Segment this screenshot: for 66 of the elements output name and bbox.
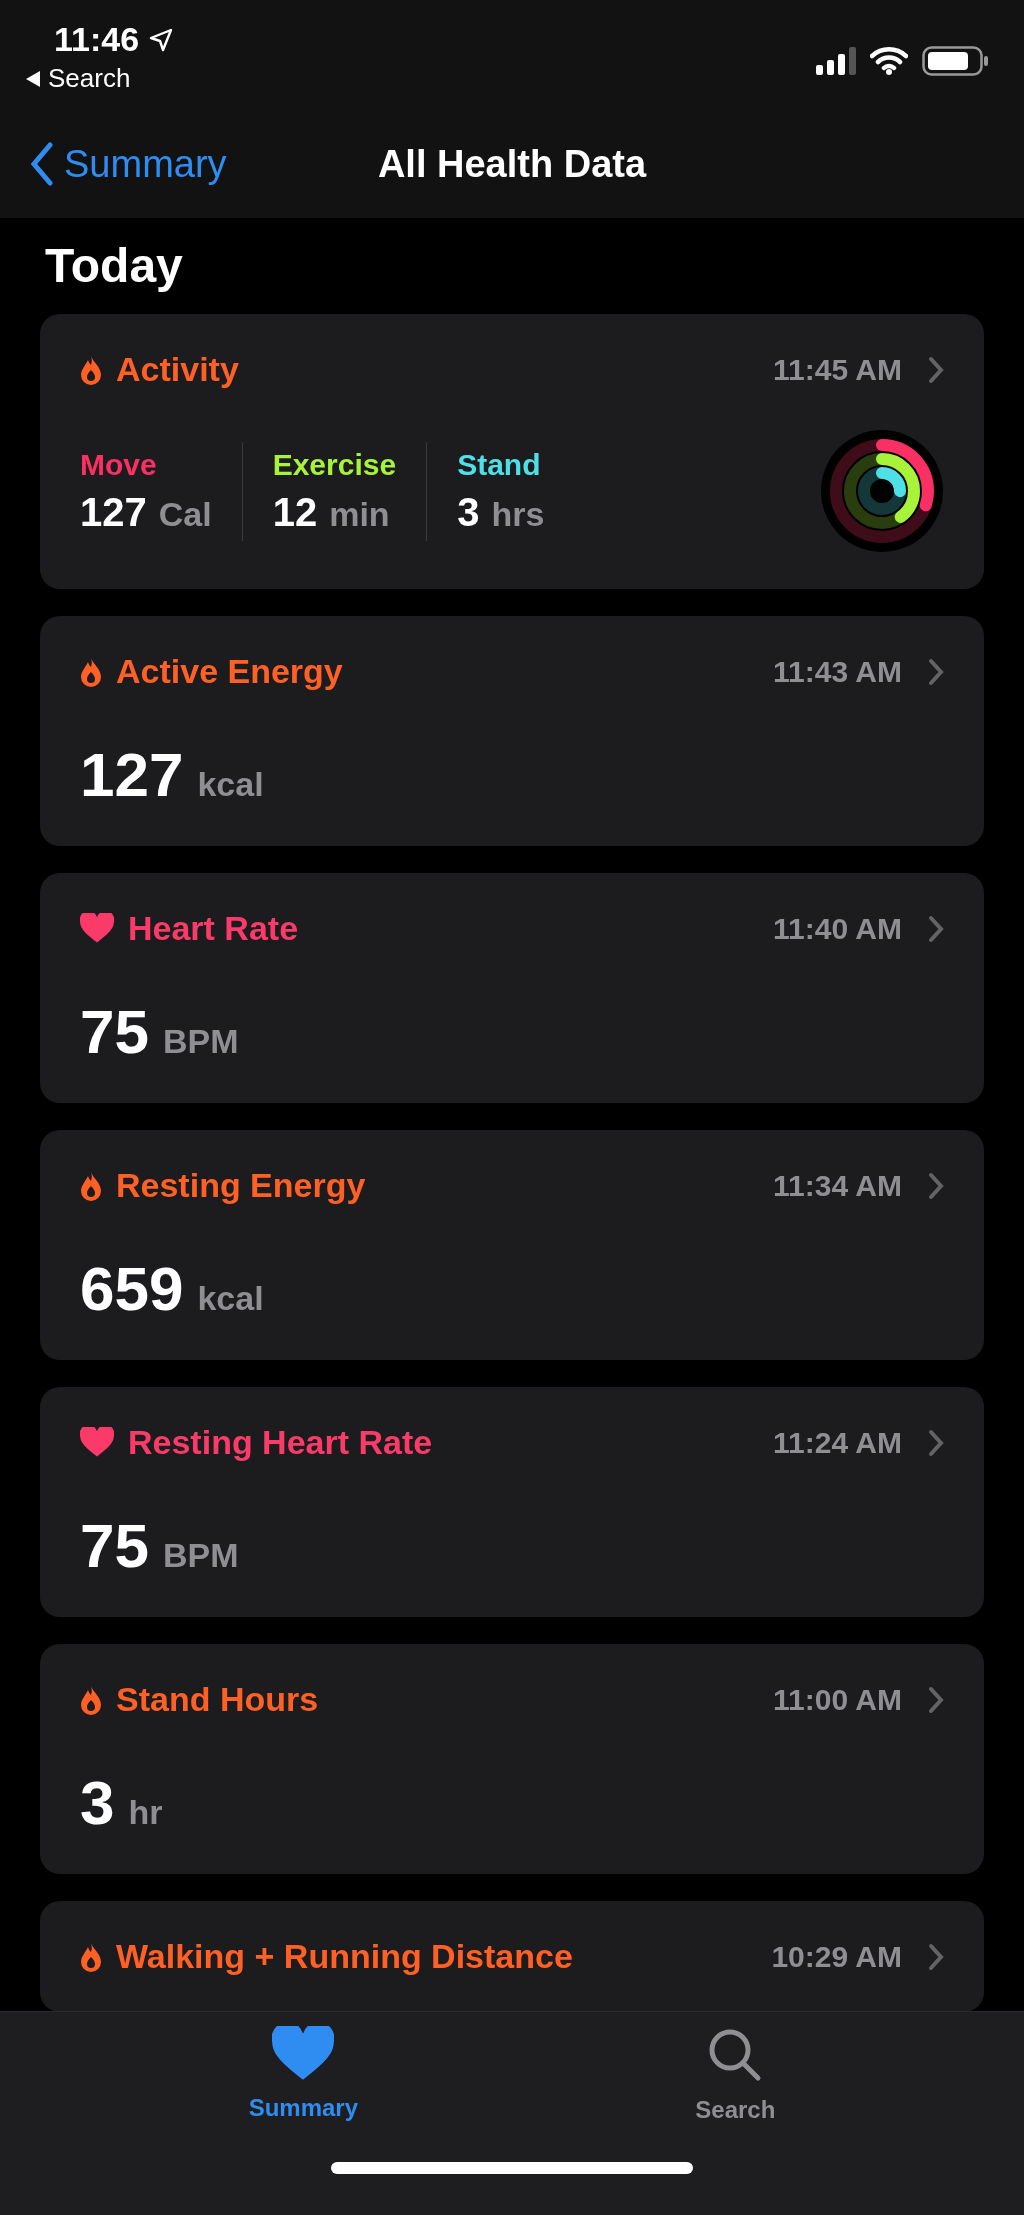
- tab[interactable]: Search: [695, 2026, 776, 2124]
- timestamp: 11:24 AM: [773, 1425, 902, 1460]
- card-title: Active Energy: [116, 652, 343, 691]
- chevron-icon: [928, 914, 944, 943]
- activity-rings-icon: [820, 429, 944, 553]
- stat-label: Move: [80, 447, 158, 482]
- metric-unit: kcal: [197, 765, 264, 804]
- chevron-icon: [928, 1942, 944, 1971]
- card-title: Resting Energy: [116, 1166, 366, 1205]
- card-title: Walking + Running Distance: [116, 1937, 573, 1976]
- metric-unit: BPM: [162, 1022, 239, 1061]
- metric-card[interactable]: Active Energy 11:43 AM 127 kcal: [40, 616, 984, 846]
- stat-label: Exercise: [272, 447, 397, 482]
- flame-icon: [80, 1684, 102, 1715]
- metric-value: 75: [80, 1510, 149, 1581]
- chevron-icon: [928, 657, 944, 686]
- back-chevron-icon: [30, 142, 54, 186]
- flame-icon: [80, 1941, 102, 1972]
- chevron-icon: [928, 1685, 944, 1714]
- metric-card[interactable]: Heart Rate 11:40 AM 75 BPM: [40, 873, 984, 1103]
- metric-unit: BPM: [162, 1536, 239, 1575]
- timestamp: 11:43 AM: [773, 654, 902, 689]
- metric-unit: hr: [128, 1793, 163, 1832]
- card-title: Resting Heart Rate: [128, 1423, 433, 1462]
- metric-card[interactable]: Walking + Running Distance 10:29 AM: [40, 1901, 984, 2011]
- stat-value: 127 Cal: [80, 489, 212, 535]
- flame-icon: [80, 354, 102, 385]
- stat-label: Stand: [457, 447, 542, 482]
- heart-icon: [80, 913, 114, 944]
- flame-icon: [80, 656, 102, 687]
- battery-icon: [922, 46, 988, 76]
- chevron-icon: [928, 355, 944, 384]
- card-title: Activity: [116, 350, 239, 389]
- tab[interactable]: Summary: [248, 2026, 358, 2124]
- clock: 11:46: [53, 20, 140, 59]
- location-arrow-icon: [149, 27, 174, 52]
- section-heading: Today: [45, 238, 184, 293]
- timestamp: 11:00 AM: [773, 1682, 902, 1717]
- back-triangle-icon: [26, 70, 40, 87]
- metric-card[interactable]: Stand Hours 11:00 AM 3 hr: [40, 1644, 984, 1874]
- card-title: Heart Rate: [128, 909, 299, 948]
- chevron-icon: [928, 1428, 944, 1457]
- stat-value: 3 hrs: [457, 489, 545, 535]
- timestamp: 11:34 AM: [773, 1168, 902, 1203]
- timestamp: 11:40 AM: [773, 911, 902, 946]
- card-title: Stand Hours: [116, 1680, 319, 1719]
- back-button[interactable]: Summary: [30, 142, 227, 186]
- heart-icon: [80, 1427, 114, 1458]
- metric-card[interactable]: Resting Energy 11:34 AM 659 kcal: [40, 1130, 984, 1360]
- back-to-app-link[interactable]: Search: [48, 63, 131, 94]
- metric-value: 3: [80, 1767, 115, 1838]
- metric-card[interactable]: Resting Heart Rate 11:24 AM 75 BPM: [40, 1387, 984, 1617]
- stat-value: 12 min: [272, 489, 391, 535]
- timestamp: 11:45 AM: [773, 352, 902, 387]
- timestamp: 10:29 AM: [771, 1939, 902, 1974]
- wifi-icon: [870, 47, 908, 75]
- signal-icon: [816, 47, 856, 75]
- metric-value: 127: [80, 739, 184, 810]
- page-title: All Health Data: [377, 142, 647, 186]
- heart-icon: [272, 2026, 335, 2082]
- metric-value: 659: [80, 1253, 184, 1324]
- activity-card[interactable]: Activity 11:45 AM Move 127 Cal Exercise 12 min Stand 3 hrs: [40, 314, 984, 589]
- metric-value: 75: [80, 996, 149, 1067]
- metric-unit: kcal: [197, 1279, 264, 1318]
- chevron-icon: [928, 1171, 944, 1200]
- flame-icon: [80, 1170, 102, 1201]
